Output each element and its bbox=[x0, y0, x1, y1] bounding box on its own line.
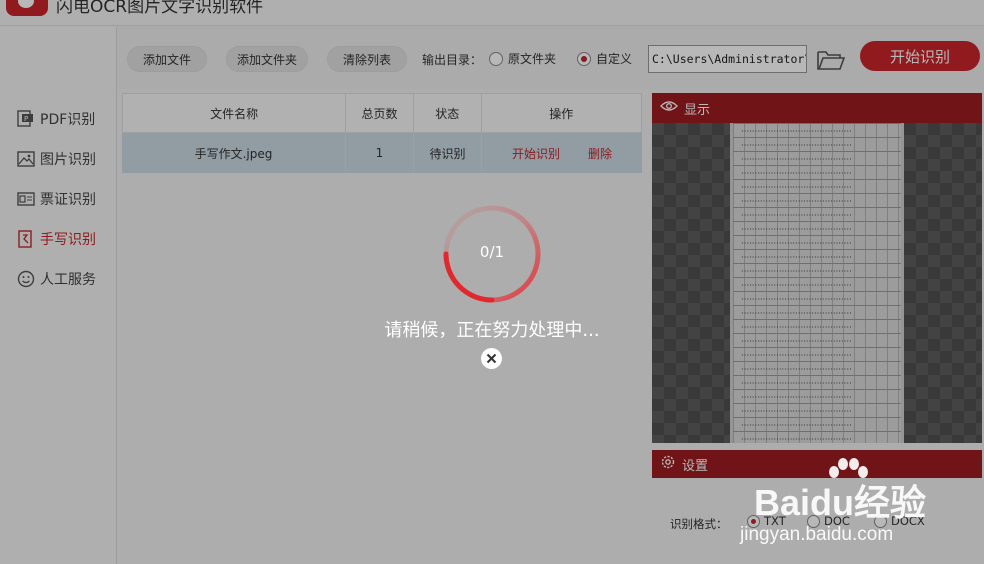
cancel-processing-button[interactable] bbox=[481, 348, 502, 369]
close-icon bbox=[486, 353, 497, 364]
watermark-url: jingyan.baidu.com bbox=[740, 524, 894, 545]
loading-message: 请稍候，正在努力处理中... bbox=[384, 320, 600, 341]
watermark-logo: Baidu经验 bbox=[754, 482, 927, 523]
progress-counter: 0/1 bbox=[479, 243, 505, 261]
baidu-watermark: Baidu经验 jingyan.baidu.com bbox=[740, 458, 980, 564]
